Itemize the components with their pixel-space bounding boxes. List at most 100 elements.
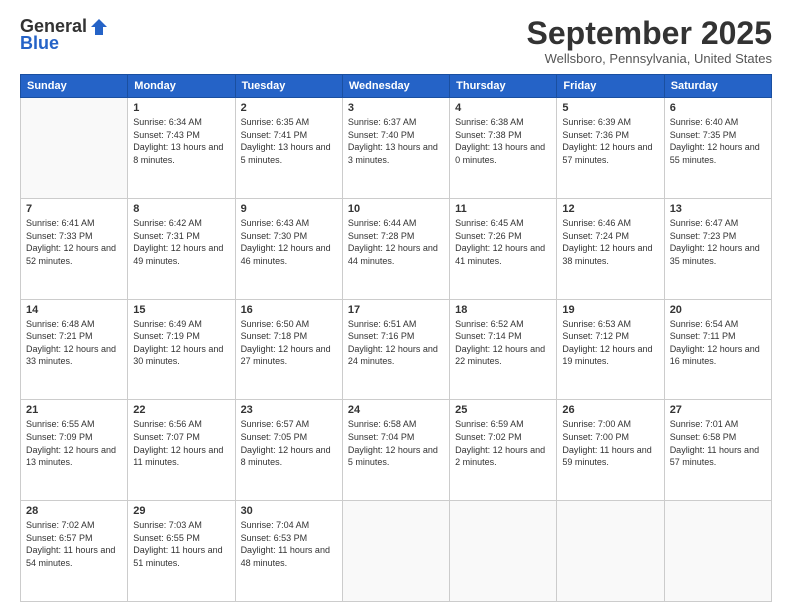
table-row <box>557 501 664 602</box>
table-row: 1 Sunrise: 6:34 AMSunset: 7:43 PMDaylight… <box>128 98 235 199</box>
day-info: Sunrise: 6:45 AMSunset: 7:26 PMDaylight:… <box>455 217 551 267</box>
day-number: 17 <box>348 304 444 316</box>
day-number: 21 <box>26 404 122 416</box>
day-number: 11 <box>455 203 551 215</box>
table-row: 9 Sunrise: 6:43 AMSunset: 7:30 PMDaylight… <box>235 198 342 299</box>
day-number: 5 <box>562 102 658 114</box>
day-info: Sunrise: 6:54 AMSunset: 7:11 PMDaylight:… <box>670 318 766 368</box>
day-info: Sunrise: 6:58 AMSunset: 7:04 PMDaylight:… <box>348 418 444 468</box>
table-row: 14 Sunrise: 6:48 AMSunset: 7:21 PMDayligh… <box>21 299 128 400</box>
day-info: Sunrise: 6:34 AMSunset: 7:43 PMDaylight:… <box>133 116 229 166</box>
day-number: 2 <box>241 102 337 114</box>
table-row: 27 Sunrise: 7:01 AMSunset: 6:58 PMDayligh… <box>664 400 771 501</box>
day-info: Sunrise: 6:44 AMSunset: 7:28 PMDaylight:… <box>348 217 444 267</box>
table-row <box>450 501 557 602</box>
table-row: 11 Sunrise: 6:45 AMSunset: 7:26 PMDayligh… <box>450 198 557 299</box>
day-number: 7 <box>26 203 122 215</box>
day-info: Sunrise: 6:42 AMSunset: 7:31 PMDaylight:… <box>133 217 229 267</box>
day-number: 30 <box>241 505 337 517</box>
day-number: 19 <box>562 304 658 316</box>
col-tuesday: Tuesday <box>235 75 342 98</box>
day-info: Sunrise: 7:02 AMSunset: 6:57 PMDaylight:… <box>26 519 122 569</box>
day-number: 4 <box>455 102 551 114</box>
day-info: Sunrise: 6:46 AMSunset: 7:24 PMDaylight:… <box>562 217 658 267</box>
month-title: September 2025 <box>527 16 772 51</box>
logo-icon <box>89 17 109 37</box>
day-number: 13 <box>670 203 766 215</box>
logo: General Blue <box>20 16 109 54</box>
calendar-week-row: 14 Sunrise: 6:48 AMSunset: 7:21 PMDayligh… <box>21 299 772 400</box>
table-row: 25 Sunrise: 6:59 AMSunset: 7:02 PMDayligh… <box>450 400 557 501</box>
day-info: Sunrise: 6:40 AMSunset: 7:35 PMDaylight:… <box>670 116 766 166</box>
day-number: 6 <box>670 102 766 114</box>
table-row: 4Sunrise: 6:38 AMSunset: 7:38 PMDaylight… <box>450 98 557 199</box>
day-info: Sunrise: 6:51 AMSunset: 7:16 PMDaylight:… <box>348 318 444 368</box>
logo-blue-text: Blue <box>20 33 59 54</box>
table-row: 3 Sunrise: 6:37 AMSunset: 7:40 PMDaylight… <box>342 98 449 199</box>
day-info: Sunrise: 6:49 AMSunset: 7:19 PMDaylight:… <box>133 318 229 368</box>
day-number: 15 <box>133 304 229 316</box>
day-info: Sunrise: 6:47 AMSunset: 7:23 PMDaylight:… <box>670 217 766 267</box>
day-info: Sunrise: 6:50 AMSunset: 7:18 PMDaylight:… <box>241 318 337 368</box>
table-row: 13 Sunrise: 6:47 AMSunset: 7:23 PMDayligh… <box>664 198 771 299</box>
day-number: 27 <box>670 404 766 416</box>
table-row: 24 Sunrise: 6:58 AMSunset: 7:04 PMDayligh… <box>342 400 449 501</box>
table-row: 22 Sunrise: 6:56 AMSunset: 7:07 PMDayligh… <box>128 400 235 501</box>
day-number: 18 <box>455 304 551 316</box>
day-number: 12 <box>562 203 658 215</box>
day-info: Sunrise: 7:03 AMSunset: 6:55 PMDaylight:… <box>133 519 229 569</box>
day-info: Sunrise: 6:55 AMSunset: 7:09 PMDaylight:… <box>26 418 122 468</box>
table-row: 29 Sunrise: 7:03 AMSunset: 6:55 PMDayligh… <box>128 501 235 602</box>
day-number: 29 <box>133 505 229 517</box>
table-row: 8 Sunrise: 6:42 AMSunset: 7:31 PMDaylight… <box>128 198 235 299</box>
location: Wellsboro, Pennsylvania, United States <box>527 51 772 66</box>
calendar-week-row: 21 Sunrise: 6:55 AMSunset: 7:09 PMDayligh… <box>21 400 772 501</box>
day-info: Sunrise: 6:53 AMSunset: 7:12 PMDaylight:… <box>562 318 658 368</box>
calendar-header-row: Sunday Monday Tuesday Wednesday Thursday… <box>21 75 772 98</box>
day-info: Sunrise: 6:59 AMSunset: 7:02 PMDaylight:… <box>455 418 551 468</box>
day-number: 24 <box>348 404 444 416</box>
header: General Blue September 2025 Wellsboro, P… <box>20 16 772 66</box>
day-info: Sunrise: 6:39 AMSunset: 7:36 PMDaylight:… <box>562 116 658 166</box>
calendar-week-row: 7 Sunrise: 6:41 AMSunset: 7:33 PMDaylight… <box>21 198 772 299</box>
day-number: 22 <box>133 404 229 416</box>
col-thursday: Thursday <box>450 75 557 98</box>
table-row <box>664 501 771 602</box>
day-info: Sunrise: 6:56 AMSunset: 7:07 PMDaylight:… <box>133 418 229 468</box>
table-row: 12 Sunrise: 6:46 AMSunset: 7:24 PMDayligh… <box>557 198 664 299</box>
table-row: 19 Sunrise: 6:53 AMSunset: 7:12 PMDayligh… <box>557 299 664 400</box>
calendar-table: Sunday Monday Tuesday Wednesday Thursday… <box>20 74 772 602</box>
table-row <box>342 501 449 602</box>
day-number: 8 <box>133 203 229 215</box>
col-saturday: Saturday <box>664 75 771 98</box>
day-info: Sunrise: 6:52 AMSunset: 7:14 PMDaylight:… <box>455 318 551 368</box>
table-row: 6 Sunrise: 6:40 AMSunset: 7:35 PMDaylight… <box>664 98 771 199</box>
table-row: 28Sunrise: 7:02 AMSunset: 6:57 PMDayligh… <box>21 501 128 602</box>
day-number: 3 <box>348 102 444 114</box>
day-info: Sunrise: 6:48 AMSunset: 7:21 PMDaylight:… <box>26 318 122 368</box>
day-number: 1 <box>133 102 229 114</box>
day-info: Sunrise: 6:57 AMSunset: 7:05 PMDaylight:… <box>241 418 337 468</box>
col-wednesday: Wednesday <box>342 75 449 98</box>
day-number: 20 <box>670 304 766 316</box>
table-row: 15 Sunrise: 6:49 AMSunset: 7:19 PMDayligh… <box>128 299 235 400</box>
table-row: 5 Sunrise: 6:39 AMSunset: 7:36 PMDaylight… <box>557 98 664 199</box>
col-monday: Monday <box>128 75 235 98</box>
day-number: 23 <box>241 404 337 416</box>
day-info: Sunrise: 6:43 AMSunset: 7:30 PMDaylight:… <box>241 217 337 267</box>
day-number: 9 <box>241 203 337 215</box>
day-info: Sunrise: 6:37 AMSunset: 7:40 PMDaylight:… <box>348 116 444 166</box>
calendar-week-row: 1 Sunrise: 6:34 AMSunset: 7:43 PMDaylight… <box>21 98 772 199</box>
table-row: 30Sunrise: 7:04 AMSunset: 6:53 PMDayligh… <box>235 501 342 602</box>
col-sunday: Sunday <box>21 75 128 98</box>
day-number: 25 <box>455 404 551 416</box>
day-number: 26 <box>562 404 658 416</box>
title-block: September 2025 Wellsboro, Pennsylvania, … <box>527 16 772 66</box>
table-row: 2Sunrise: 6:35 AMSunset: 7:41 PMDaylight… <box>235 98 342 199</box>
table-row <box>21 98 128 199</box>
day-info: Sunrise: 7:00 AMSunset: 7:00 PMDaylight:… <box>562 418 658 468</box>
day-info: Sunrise: 6:41 AMSunset: 7:33 PMDaylight:… <box>26 217 122 267</box>
col-friday: Friday <box>557 75 664 98</box>
day-info: Sunrise: 7:01 AMSunset: 6:58 PMDaylight:… <box>670 418 766 468</box>
day-number: 14 <box>26 304 122 316</box>
